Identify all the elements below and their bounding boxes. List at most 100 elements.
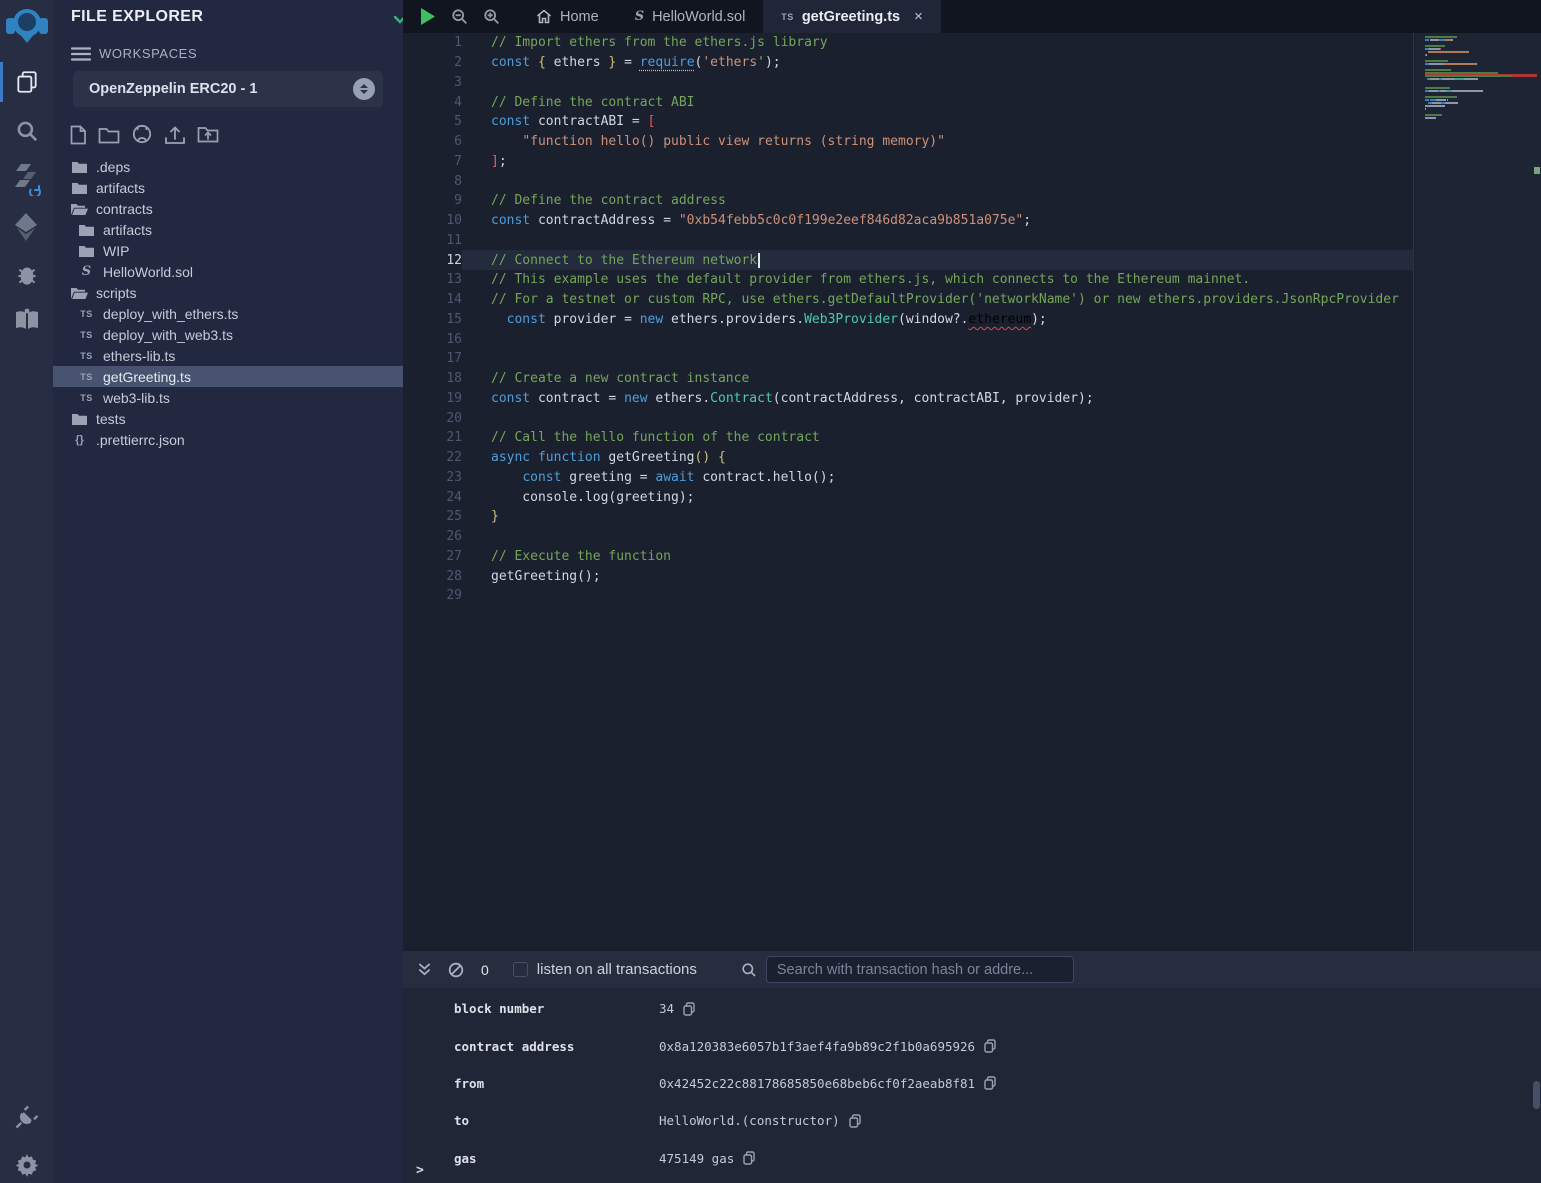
copy-value-button[interactable]	[849, 1114, 861, 1128]
code-line-14[interactable]: 14// For a testnet or custom RPC, use et…	[403, 290, 1413, 310]
debugger-icon[interactable]	[0, 260, 53, 290]
settings-gear-icon[interactable]	[0, 1150, 53, 1180]
code-line-29[interactable]: 29	[403, 586, 1413, 606]
listen-transactions-label[interactable]: listen on all transactions	[537, 961, 697, 978]
tab-helloworld-sol[interactable]: SHelloWorld.sol	[617, 0, 764, 33]
collapse-terminal-icon[interactable]	[417, 962, 432, 977]
terminal-search-input[interactable]	[766, 956, 1074, 983]
tree-item-scripts[interactable]: scripts	[53, 282, 403, 303]
code-line-23[interactable]: 23 const greeting = await contract.hello…	[403, 468, 1413, 488]
tree-item-helloworld-sol[interactable]: SHelloWorld.sol	[53, 261, 403, 282]
solidity-compiler-icon[interactable]	[0, 160, 53, 196]
tree-item-contracts[interactable]: contracts	[53, 198, 403, 219]
code-line-11[interactable]: 11	[403, 231, 1413, 251]
listen-transactions-checkbox[interactable]	[513, 962, 528, 977]
code-line-7[interactable]: 7];	[403, 152, 1413, 172]
tree-item-artifacts[interactable]: artifacts	[53, 177, 403, 198]
remix-logo-icon[interactable]	[0, 4, 53, 48]
code-line-17[interactable]: 17	[403, 349, 1413, 369]
code-line-22[interactable]: 22async function getGreeting() {	[403, 448, 1413, 468]
new-file-icon[interactable]	[70, 125, 87, 145]
copy-value-button[interactable]	[743, 1151, 755, 1165]
tree-item-prettierrc-json[interactable]: {}.prettierrc.json	[53, 429, 403, 450]
tree-item-artifacts[interactable]: artifacts	[53, 219, 403, 240]
code-line-27[interactable]: 27// Execute the function	[403, 547, 1413, 567]
code-line-25[interactable]: 25}	[403, 507, 1413, 527]
line-number: 13	[403, 272, 462, 287]
tree-item-ethers-lib-ts[interactable]: TSethers-lib.ts	[53, 345, 403, 366]
code-line-21[interactable]: 21// Call the hello function of the cont…	[403, 428, 1413, 448]
code-line-3[interactable]: 3	[403, 73, 1413, 93]
run-script-icon[interactable]	[419, 7, 436, 26]
plugin-manager-icon[interactable]	[0, 1100, 53, 1134]
code-line-1[interactable]: 1// Import ethers from the ethers.js lib…	[403, 33, 1413, 53]
upload-file-icon[interactable]	[164, 125, 186, 145]
typescript-file-icon: TS	[80, 351, 93, 361]
new-folder-icon[interactable]	[98, 126, 120, 144]
code-editor[interactable]: 1// Import ethers from the ethers.js lib…	[403, 33, 1414, 951]
tx-row-label: contract address	[454, 1039, 659, 1054]
line-number: 21	[403, 430, 462, 445]
code-line-20[interactable]: 20	[403, 408, 1413, 428]
code-line-12[interactable]: 12// Connect to the Ethereum network	[403, 250, 1413, 270]
tree-item-web3-lib-ts[interactable]: TSweb3-lib.ts	[53, 387, 403, 408]
deploy-and-run-icon[interactable]	[0, 210, 53, 244]
typescript-file-icon: TS	[781, 12, 794, 22]
copy-value-button[interactable]	[683, 1002, 695, 1016]
minimap[interactable]	[1425, 35, 1537, 122]
clear-console-icon[interactable]	[448, 962, 464, 978]
clone-github-icon[interactable]	[131, 124, 153, 145]
tree-item-wip[interactable]: WIP	[53, 240, 403, 261]
tab-home[interactable]: Home	[518, 0, 617, 33]
line-number: 7	[403, 154, 462, 169]
code-line-5[interactable]: 5const contractABI = [	[403, 112, 1413, 132]
tab-label: Home	[560, 9, 599, 25]
editor-region: Home SHelloWorld.solTSgetGreeting.ts× 1//…	[403, 0, 1541, 951]
tree-item-label: getGreeting.ts	[103, 369, 191, 385]
zoom-in-icon[interactable]	[483, 8, 500, 25]
zoom-out-icon[interactable]	[451, 8, 468, 25]
code-line-15[interactable]: 15 const provider = new ethers.providers…	[403, 310, 1413, 330]
code-line-24[interactable]: 24 console.log(greeting);	[403, 487, 1413, 507]
copy-value-button[interactable]	[984, 1076, 996, 1090]
terminal-prompt[interactable]: >	[416, 1163, 424, 1178]
tab-getgreeting-ts[interactable]: TSgetGreeting.ts×	[763, 0, 941, 33]
code-line-16[interactable]: 16	[403, 329, 1413, 349]
close-tab-icon[interactable]: ×	[914, 8, 923, 25]
learneth-book-icon[interactable]	[0, 305, 53, 335]
tree-item-deps[interactable]: .deps	[53, 156, 403, 177]
tree-item-label: scripts	[96, 285, 136, 301]
tree-item-getgreeting-ts[interactable]: TSgetGreeting.ts	[53, 366, 403, 387]
terminal-scrollbar-thumb[interactable]	[1533, 1081, 1540, 1109]
workspaces-menu-icon[interactable]	[71, 46, 91, 67]
code-line-4[interactable]: 4// Define the contract ABI	[403, 92, 1413, 112]
code-line-6[interactable]: 6 "function hello() public view returns …	[403, 132, 1413, 152]
folder-closed-icon	[72, 182, 87, 194]
line-number: 23	[403, 470, 462, 485]
tree-item-deploy-with-web3-ts[interactable]: TSdeploy_with_web3.ts	[53, 324, 403, 345]
copy-value-button[interactable]	[984, 1039, 996, 1053]
tree-item-label: WIP	[103, 243, 129, 259]
tx-row-value: 34	[659, 1001, 674, 1016]
copy-icon	[984, 1076, 996, 1090]
code-line-8[interactable]: 8	[403, 171, 1413, 191]
code-line-19[interactable]: 19const contract = new ethers.Contract(c…	[403, 389, 1413, 409]
workspace-select-toggle-icon[interactable]	[353, 78, 375, 100]
upload-folder-icon[interactable]	[197, 125, 219, 144]
workspace-name: OpenZeppelin ERC20 - 1	[89, 81, 257, 97]
code-line-9[interactable]: 9// Define the contract address	[403, 191, 1413, 211]
tree-item-label: tests	[96, 411, 126, 427]
code-line-13[interactable]: 13// This example uses the default provi…	[403, 270, 1413, 290]
code-line-26[interactable]: 26	[403, 527, 1413, 547]
code-line-2[interactable]: 2const { ethers } = require('ethers');	[403, 53, 1413, 73]
code-line-28[interactable]: 28getGreeting();	[403, 566, 1413, 586]
tree-item-tests[interactable]: tests	[53, 408, 403, 429]
file-explorer-icon[interactable]	[0, 66, 53, 98]
code-line-18[interactable]: 18// Create a new contract instance	[403, 369, 1413, 389]
workspace-select[interactable]: OpenZeppelin ERC20 - 1	[73, 71, 383, 107]
folder-closed-icon	[79, 224, 94, 236]
search-icon[interactable]	[0, 116, 53, 146]
tree-item-label: artifacts	[96, 180, 145, 196]
tree-item-deploy-with-ethers-ts[interactable]: TSdeploy_with_ethers.ts	[53, 303, 403, 324]
code-line-10[interactable]: 10const contractAddress = "0xb54febb5c0c…	[403, 211, 1413, 231]
